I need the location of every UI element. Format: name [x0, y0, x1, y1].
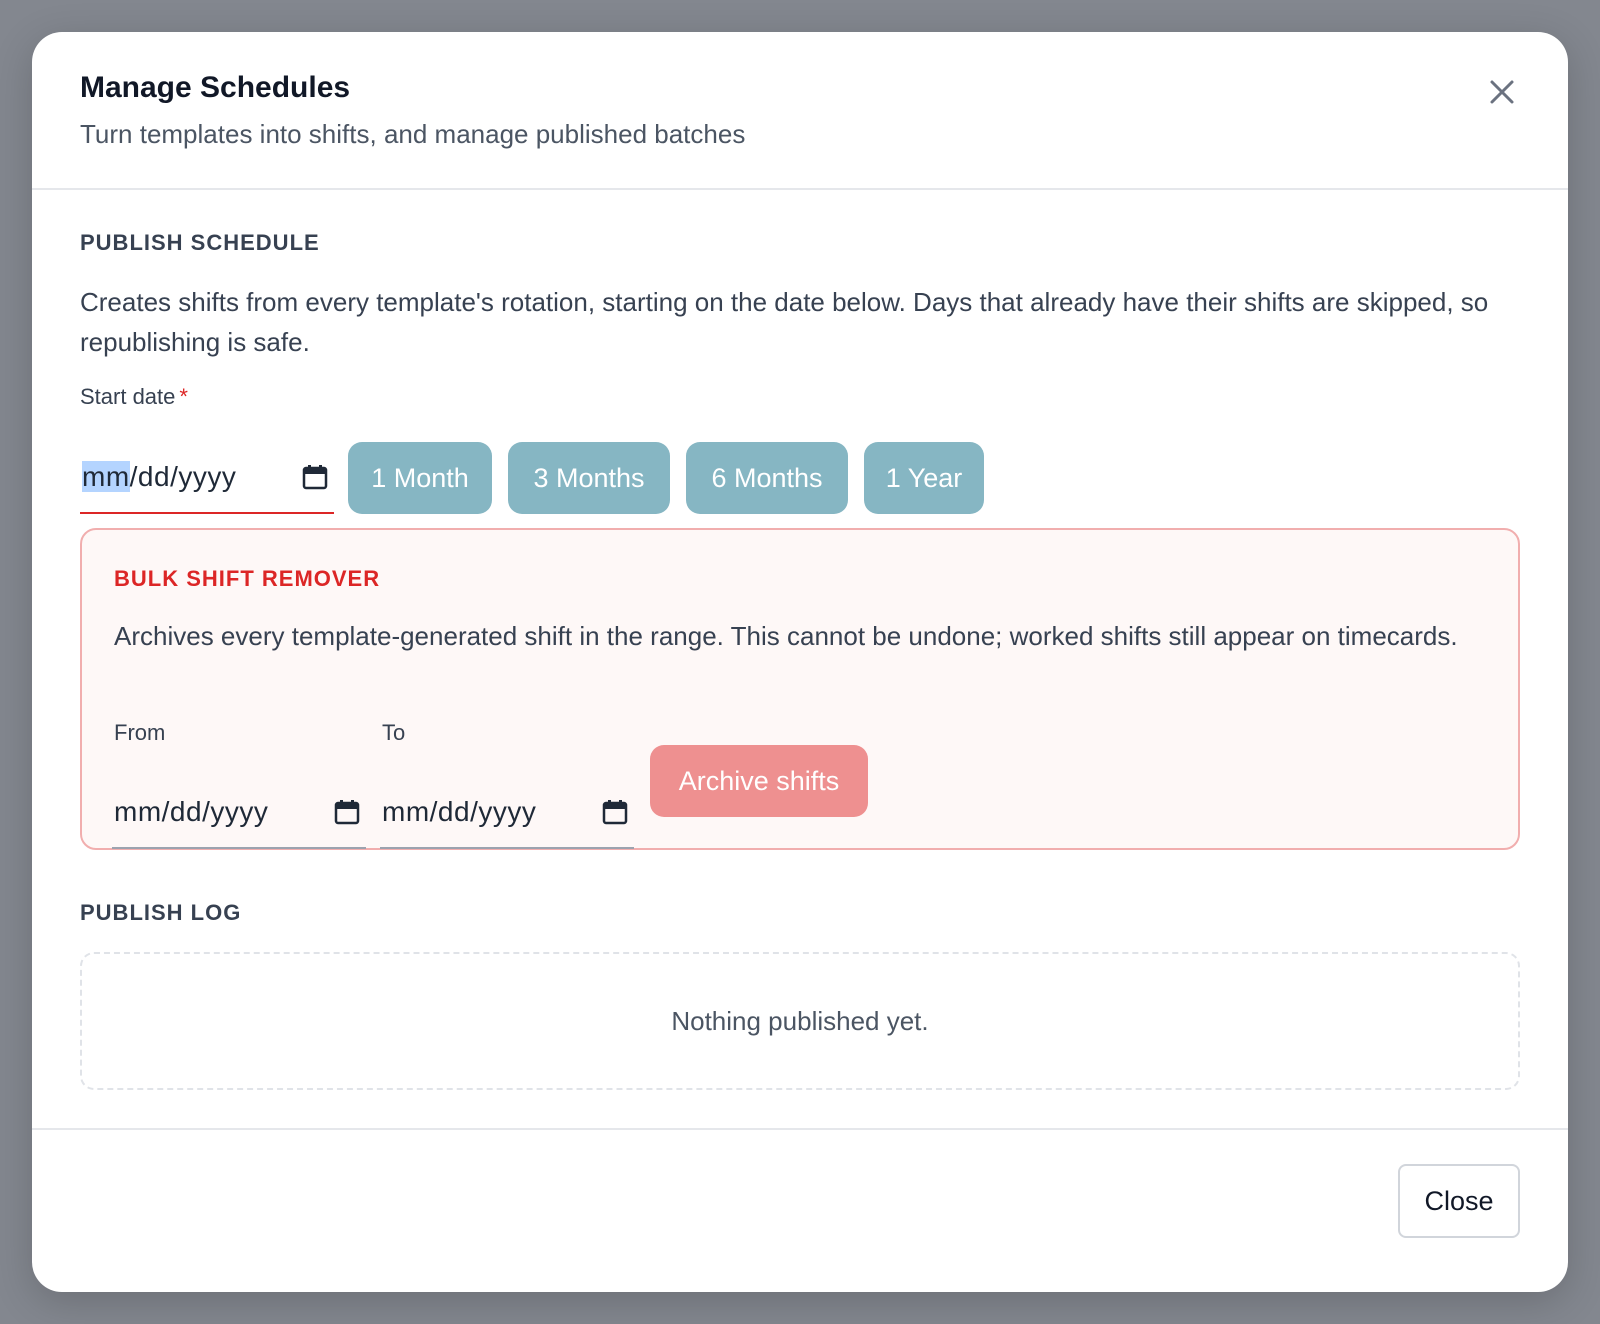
range-1-month-button[interactable]: 1 Month: [348, 442, 492, 514]
start-date-label-text: Start date: [80, 384, 176, 409]
publish-log-empty-state: Nothing published yet.: [80, 952, 1520, 1090]
close-button[interactable]: Close: [1398, 1164, 1520, 1238]
modal-subtitle: Turn templates into shifts, and manage p…: [80, 119, 746, 149]
archive-shifts-button[interactable]: Archive shifts: [650, 745, 868, 817]
calendar-icon[interactable]: [334, 799, 360, 825]
to-date-placeholder: mm/dd/yyyy: [382, 796, 537, 827]
from-label: From: [114, 720, 166, 745]
required-asterisk: *: [179, 384, 188, 409]
modal-footer: Close: [32, 1128, 1568, 1292]
start-date-month-segment[interactable]: mm: [82, 461, 130, 492]
to-label: To: [382, 720, 406, 745]
range-6-months-button[interactable]: 6 Months: [686, 442, 848, 514]
start-date-rest-segment: /dd/yyyy: [129, 461, 237, 492]
publish-log-heading: PUBLISH LOG: [80, 900, 242, 925]
publish-schedule-description: Creates shifts from every template's rot…: [80, 287, 1489, 357]
from-date-placeholder: mm/dd/yyyy: [114, 796, 269, 827]
publish-log-empty-text: Nothing published yet.: [671, 1005, 929, 1036]
calendar-icon[interactable]: [302, 464, 328, 490]
start-date-placeholder: mm/dd/yyyy: [82, 461, 236, 493]
start-date-label: Start date *: [80, 384, 188, 410]
to-date-input[interactable]: mm/dd/yyyy: [380, 777, 634, 849]
calendar-icon[interactable]: [602, 799, 628, 825]
range-3-months-button[interactable]: 3 Months: [508, 442, 670, 514]
bulk-shift-remover-heading: BULK SHIFT REMOVER: [114, 566, 381, 591]
modal-title: Manage Schedules: [80, 71, 351, 104]
modal-header: Manage Schedules Turn templates into shi…: [32, 32, 1568, 190]
publish-schedule-heading: PUBLISH SCHEDULE: [80, 230, 320, 255]
manage-schedules-modal: Manage Schedules Turn templates into shi…: [32, 32, 1568, 1292]
start-date-input[interactable]: mm/dd/yyyy: [80, 442, 334, 514]
close-icon[interactable]: [1480, 70, 1524, 114]
range-1-year-button[interactable]: 1 Year: [864, 442, 984, 514]
bulk-shift-remover-description: Archives every template-generated shift …: [114, 621, 1458, 651]
from-date-input[interactable]: mm/dd/yyyy: [112, 777, 366, 849]
